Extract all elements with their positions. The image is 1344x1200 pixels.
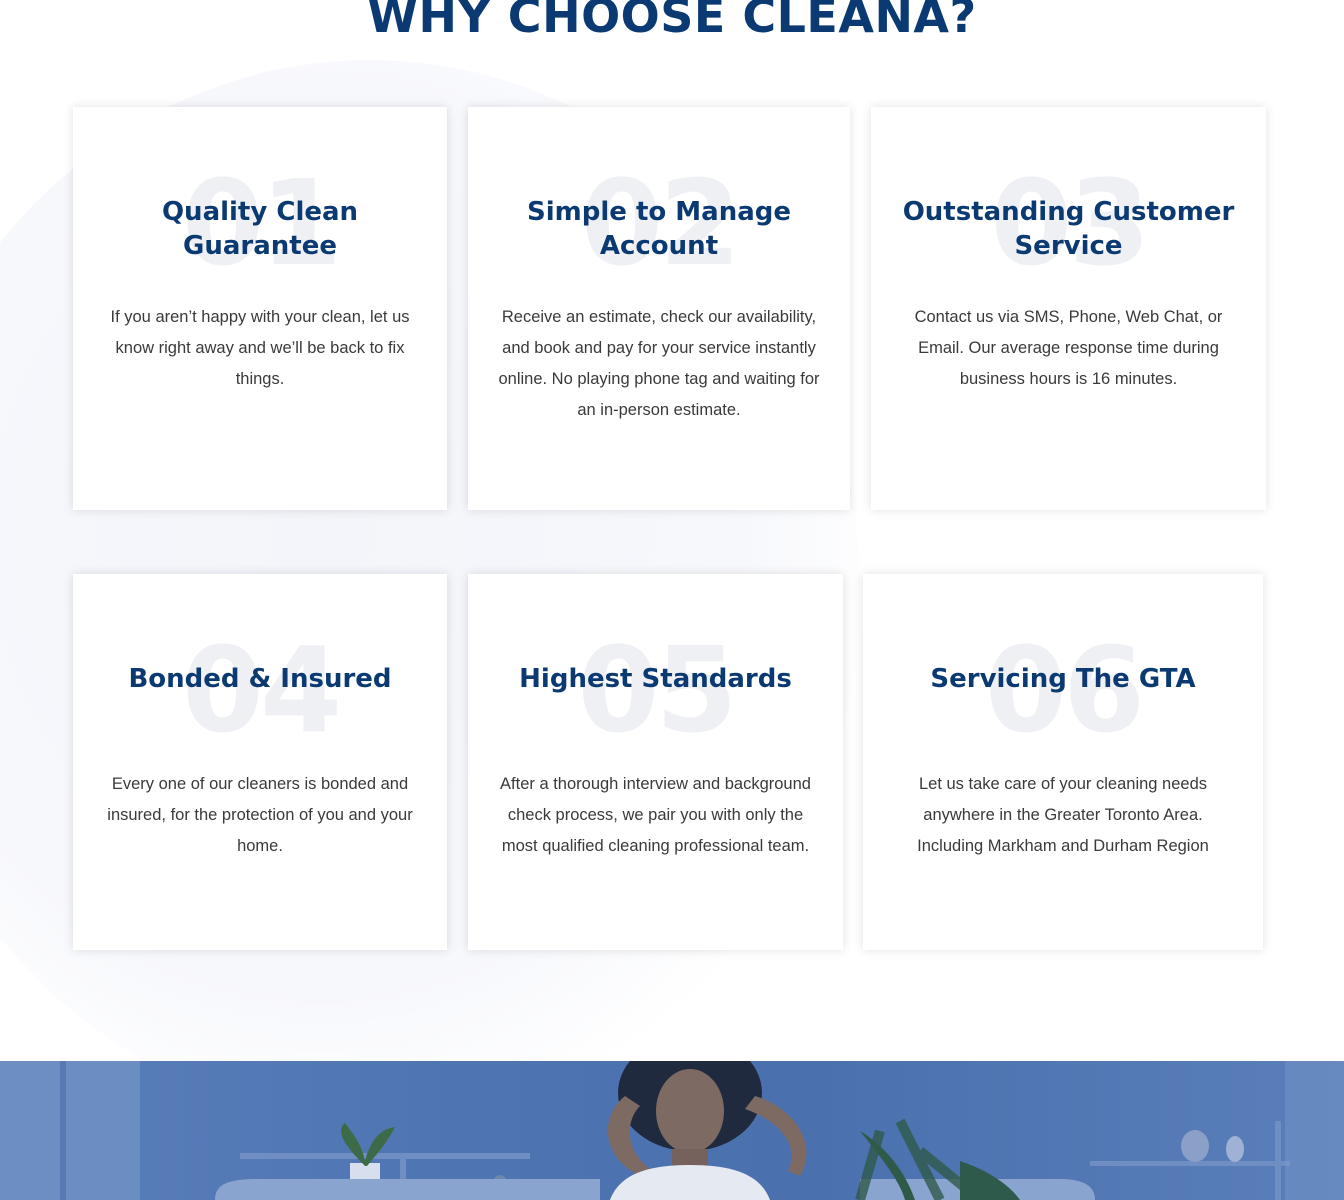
feature-card-quality: 01 Quality Clean Guarantee If you aren’t…: [73, 107, 447, 510]
feature-card-account: 02 Simple to Manage Account Receive an e…: [468, 107, 850, 510]
feature-title: Highest Standards: [519, 664, 792, 694]
feature-description: Let us take care of your cleaning needs …: [917, 775, 1209, 855]
relaxing-woman-image: [0, 1061, 1344, 1200]
feature-card-standards: 05 Highest Standards After a thorough in…: [468, 574, 843, 950]
feature-title: Quality Clean Guarantee: [161, 197, 359, 261]
feature-description: Receive an estimate, check our availabil…: [498, 308, 820, 419]
section-heading: WHY CHOOSE CLEANA?: [367, 0, 977, 43]
feature-card-gta: 06 Servicing The GTA Let us take care of…: [863, 574, 1263, 950]
feature-title: Simple to Manage Account: [527, 197, 791, 261]
feature-title: Servicing The GTA: [930, 664, 1196, 694]
feature-card-service: 03 Outstanding Customer Service Contact …: [871, 107, 1266, 510]
feature-description: Every one of our cleaners is bonded and …: [107, 775, 413, 855]
feature-description: Contact us via SMS, Phone, Web Chat, or …: [914, 308, 1223, 388]
hero-banner: [0, 1061, 1344, 1200]
why-choose-section: WHY CHOOSE CLEANA? 01 Quality Clean Guar…: [0, 0, 1344, 1062]
feature-card-insured: 04 Bonded & Insured Every one of our cle…: [73, 574, 447, 950]
feature-title: Outstanding Customer Service: [902, 197, 1235, 261]
feature-title: Bonded & Insured: [128, 664, 392, 694]
feature-description: After a thorough interview and backgroun…: [500, 775, 811, 855]
feature-description: If you aren’t happy with your clean, let…: [110, 308, 410, 388]
